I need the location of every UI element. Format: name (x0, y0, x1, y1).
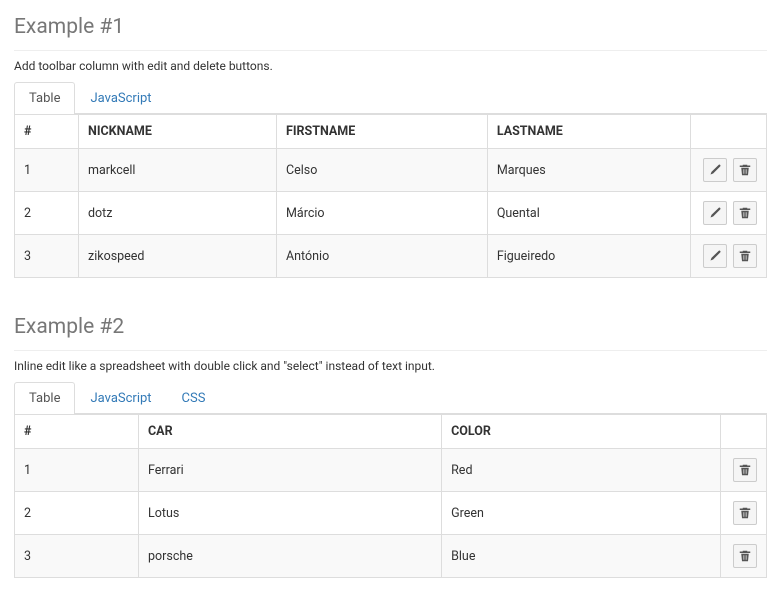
cell-firstname: António (276, 235, 487, 278)
table-header-row: # CAR COLOR (15, 415, 767, 449)
cell-number: 3 (15, 535, 139, 578)
cell-number: 1 (15, 149, 79, 192)
col-actions (721, 415, 767, 449)
cell-number: 3 (15, 235, 79, 278)
delete-icon (739, 250, 751, 262)
edit-button[interactable] (703, 244, 727, 268)
example1-heading: Example #1 (14, 15, 767, 51)
cell-number: 2 (15, 492, 139, 535)
example2-description: Inline edit like a spreadsheet with doub… (14, 359, 767, 373)
table-row: 2 Lotus Green (15, 492, 767, 535)
tab-css[interactable]: CSS (167, 382, 221, 414)
edit-icon (709, 250, 721, 262)
delete-icon (739, 164, 751, 176)
delete-button[interactable] (733, 244, 757, 268)
example1-tabs: Table JavaScript (14, 82, 767, 114)
cell-actions (690, 235, 766, 278)
tab-table[interactable]: Table (14, 82, 75, 114)
cell-firstname: Celso (276, 149, 487, 192)
cell-nickname: dotz (79, 192, 277, 235)
col-nickname: NICKNAME (79, 115, 277, 149)
table-header-row: # NICKNAME FIRSTNAME LASTNAME (15, 115, 767, 149)
delete-button[interactable] (733, 158, 757, 182)
cell-nickname: markcell (79, 149, 277, 192)
example2-tabs: Table JavaScript CSS (14, 382, 767, 414)
example1-table: # NICKNAME FIRSTNAME LASTNAME 1 markcell… (14, 114, 767, 278)
cell-car[interactable]: Ferrari (139, 449, 442, 492)
table-row: 3 porsche Blue (15, 535, 767, 578)
cell-nickname: zikospeed (79, 235, 277, 278)
cell-car[interactable]: porsche (139, 535, 442, 578)
example2-heading: Example #2 (14, 315, 767, 351)
cell-firstname: Márcio (276, 192, 487, 235)
tab-javascript[interactable]: JavaScript (75, 82, 166, 114)
delete-icon (739, 464, 751, 476)
delete-icon (739, 207, 751, 219)
delete-button[interactable] (733, 544, 757, 568)
cell-actions (690, 192, 766, 235)
tab-javascript[interactable]: JavaScript (75, 382, 166, 414)
delete-button[interactable] (733, 201, 757, 225)
delete-icon (739, 507, 751, 519)
cell-number: 1 (15, 449, 139, 492)
col-lastname: LASTNAME (487, 115, 690, 149)
edit-button[interactable] (703, 201, 727, 225)
cell-lastname: Figueiredo (487, 235, 690, 278)
cell-actions (690, 149, 766, 192)
table-row: 1 markcell Celso Marques (15, 149, 767, 192)
cell-color[interactable]: Blue (442, 535, 721, 578)
cell-lastname: Quental (487, 192, 690, 235)
cell-lastname: Marques (487, 149, 690, 192)
table-row: 1 Ferrari Red (15, 449, 767, 492)
col-car: CAR (139, 415, 442, 449)
edit-icon (709, 164, 721, 176)
example1-description: Add toolbar column with edit and delete … (14, 59, 767, 73)
cell-actions (721, 449, 767, 492)
col-number: # (15, 415, 139, 449)
edit-button[interactable] (703, 158, 727, 182)
col-color: COLOR (442, 415, 721, 449)
table-row: 2 dotz Márcio Quental (15, 192, 767, 235)
col-actions (690, 115, 766, 149)
col-number: # (15, 115, 79, 149)
tab-table[interactable]: Table (14, 382, 75, 414)
cell-actions (721, 492, 767, 535)
table-row: 3 zikospeed António Figueiredo (15, 235, 767, 278)
delete-button[interactable] (733, 501, 757, 525)
example2-table: # CAR COLOR 1 Ferrari Red 2 Lotus Green (14, 414, 767, 578)
cell-color[interactable]: Green (442, 492, 721, 535)
cell-actions (721, 535, 767, 578)
col-firstname: FIRSTNAME (276, 115, 487, 149)
delete-icon (739, 550, 751, 562)
edit-icon (709, 207, 721, 219)
delete-button[interactable] (733, 458, 757, 482)
cell-car[interactable]: Lotus (139, 492, 442, 535)
cell-color[interactable]: Red (442, 449, 721, 492)
cell-number: 2 (15, 192, 79, 235)
